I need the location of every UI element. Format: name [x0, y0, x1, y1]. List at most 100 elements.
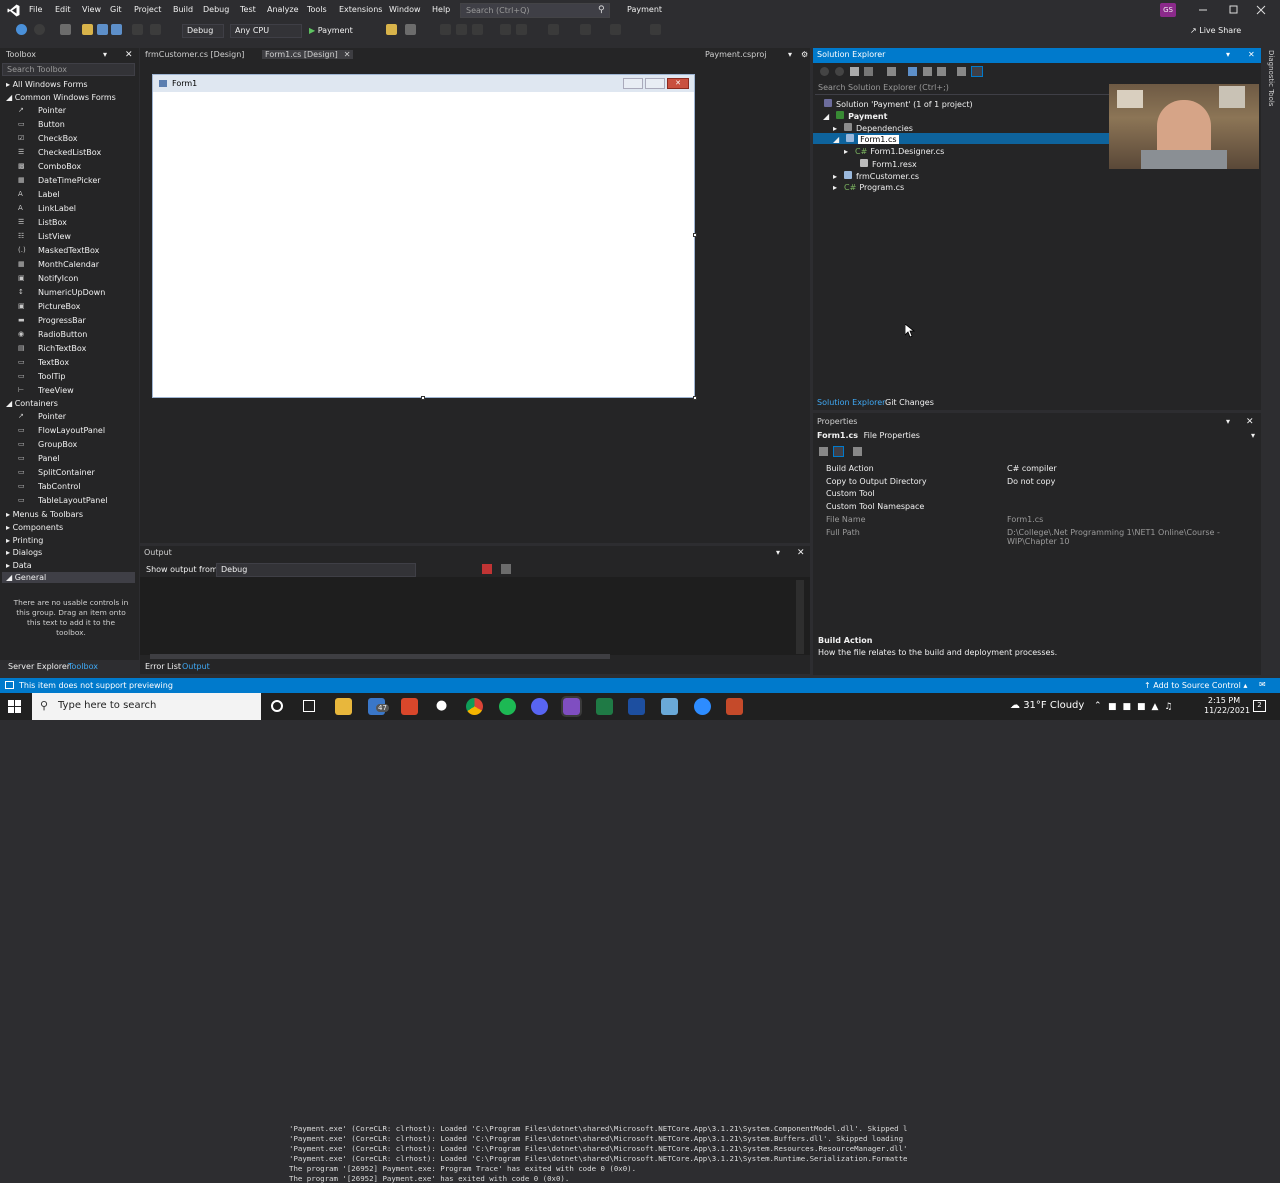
tree-form1-designer[interactable]: ▸ C# Form1.Designer.cs — [844, 147, 944, 156]
toolbox-item[interactable]: ▭ ToolTip — [0, 370, 139, 384]
toolbox-item[interactable]: ↗ Pointer — [0, 104, 139, 118]
tab-dropdown-icon[interactable]: ▾ — [788, 50, 792, 59]
se-properties-icon[interactable] — [957, 67, 966, 76]
tree-form1[interactable]: ◢ Form1.cs — [833, 134, 899, 144]
props-categorized-icon[interactable] — [819, 447, 828, 456]
toolbox-item[interactable]: ☷ ListView — [0, 230, 139, 244]
toolbox-search-input[interactable]: Search Toolbox — [2, 63, 135, 76]
tab-frmcustomer-design[interactable]: frmCustomer.cs [Design] — [145, 50, 244, 59]
resize-handle-corner[interactable] — [693, 396, 697, 400]
se-switch-view-icon[interactable] — [864, 67, 873, 76]
toolbox-item[interactable]: ▤ RichTextBox — [0, 342, 139, 356]
toolbox-pin-icon[interactable]: ▾ — [103, 50, 107, 59]
se-back-icon[interactable] — [820, 67, 829, 76]
output-source-combo[interactable]: Debug — [216, 563, 416, 577]
excel-icon[interactable] — [596, 698, 613, 715]
onenote-icon[interactable] — [726, 698, 743, 715]
toolbox-item[interactable]: ▭ GroupBox — [0, 438, 139, 452]
menu-edit[interactable]: Edit — [55, 5, 71, 14]
tab-payment-csproj[interactable]: Payment.csproj — [705, 50, 766, 59]
props-close-icon[interactable]: ✕ — [1246, 417, 1254, 427]
screenshot-icon[interactable] — [405, 24, 416, 35]
property-row[interactable]: Full Path D:\College\.Net Programming 1\N… — [813, 527, 1261, 546]
form1-designer-surface[interactable]: Form1 ✕ — [152, 74, 697, 400]
toolbox-item[interactable]: ↗ Pointer — [0, 410, 139, 424]
output-text-area[interactable] — [140, 577, 810, 655]
se-close-icon[interactable]: ✕ — [1248, 50, 1255, 59]
toolbox-category[interactable]: ◢ General — [6, 573, 46, 582]
output-vscroll[interactable] — [796, 580, 804, 654]
property-row[interactable]: Build Action C# compiler — [813, 463, 1261, 476]
minimize-button[interactable] — [1196, 4, 1210, 16]
se-preview-icon[interactable] — [971, 66, 983, 77]
menu-project[interactable]: Project — [134, 5, 161, 14]
maps-pin-icon[interactable]: ● — [433, 698, 450, 715]
se-pin-icon[interactable]: ▾ — [1226, 50, 1230, 59]
tree-solution[interactable]: Solution 'Payment' (1 of 1 project) — [824, 99, 973, 109]
toolbox-item[interactable]: ▭ TabControl — [0, 480, 139, 494]
notepad-icon[interactable] — [661, 698, 678, 715]
source-control-button[interactable]: ↑ Add to Source Control ▴ — [1144, 681, 1247, 690]
menu-build[interactable]: Build — [173, 5, 193, 14]
new-project-icon[interactable] — [60, 24, 71, 35]
clear-output-icon[interactable] — [482, 564, 492, 574]
vs-logo-icon[interactable] — [7, 4, 20, 17]
run-button[interactable]: ▶ Payment — [309, 24, 353, 38]
tab-server-explorer[interactable]: Server Explorer — [8, 662, 70, 671]
toolbox-close-icon[interactable]: ✕ — [125, 50, 133, 60]
se-refresh-icon[interactable] — [908, 67, 917, 76]
se-show-all-icon[interactable] — [937, 67, 946, 76]
tree-frmcustomer[interactable]: ▸ frmCustomer.cs — [833, 171, 919, 181]
toolbox-item[interactable]: ☰ ListBox — [0, 216, 139, 230]
align-bottom-icon[interactable] — [548, 24, 559, 35]
tab-toolbox[interactable]: Toolbox — [68, 662, 98, 671]
settings-gear-icon[interactable]: ⚙ — [801, 50, 808, 59]
property-row[interactable]: Custom Tool — [813, 488, 1261, 501]
resize-handle-bottom[interactable] — [421, 396, 425, 400]
se-forward-icon[interactable] — [835, 67, 844, 76]
menu-window[interactable]: Window — [389, 5, 421, 14]
toolbox-item[interactable]: ▭ Button — [0, 118, 139, 132]
redo-icon[interactable] — [150, 24, 161, 35]
align-right-icon[interactable] — [472, 24, 483, 35]
office-icon[interactable] — [401, 698, 418, 715]
tree-project[interactable]: ◢ Payment — [823, 111, 887, 121]
property-row[interactable]: Custom Tool Namespace — [813, 501, 1261, 514]
output-hscroll[interactable] — [150, 654, 610, 659]
output-pin-icon[interactable]: ▾ — [776, 548, 780, 557]
task-view-icon[interactable] — [303, 700, 315, 712]
tab-form1-design[interactable]: Form1.cs [Design] ✕ — [262, 50, 354, 59]
maximize-button[interactable] — [1226, 4, 1240, 16]
close-window-button[interactable] — [1254, 4, 1268, 16]
toolbox-item[interactable]: ◉ RadioButton — [0, 328, 139, 342]
diagnostic-tools-side-tab[interactable]: Diagnostic Tools — [1262, 48, 1280, 138]
undo-icon[interactable] — [132, 24, 143, 35]
clock[interactable]: 2:15 PM 11/22/2021 — [1204, 696, 1250, 716]
menu-analyze[interactable]: Analyze — [267, 5, 299, 14]
menu-git[interactable]: Git — [110, 5, 122, 14]
save-all-icon[interactable] — [111, 24, 122, 35]
props-pages-icon[interactable] — [853, 447, 862, 456]
tree-dependencies[interactable]: ▸ Dependencies — [833, 123, 913, 133]
taskbar-search-input[interactable]: ⚲ Type here to search — [32, 693, 261, 720]
toolbox-item[interactable]: ▣ NotifyIcon — [0, 272, 139, 286]
live-share-button[interactable]: ↗ Live Share — [1190, 26, 1241, 35]
tree-program[interactable]: ▸ C# Program.cs — [833, 183, 904, 192]
se-sync-icon[interactable] — [887, 67, 896, 76]
toolbox-item[interactable]: ⊢ TreeView — [0, 384, 139, 398]
size-icon[interactable] — [580, 24, 591, 35]
file-explorer-icon[interactable] — [335, 698, 352, 715]
toolbox-category[interactable]: ▸ All Windows Forms — [6, 80, 88, 89]
order-icon[interactable] — [650, 24, 661, 35]
toolbox-category[interactable]: ▸ Components — [6, 523, 63, 532]
se-collapse-icon[interactable] — [923, 67, 932, 76]
chrome-icon[interactable] — [466, 698, 483, 715]
property-row[interactable]: File Name Form1.cs — [813, 514, 1261, 527]
spotify-icon[interactable] — [499, 698, 516, 715]
tab-close-icon[interactable]: ✕ — [344, 50, 351, 59]
menu-extensions[interactable]: Extensions — [339, 5, 382, 14]
action-center-icon[interactable]: 2 — [1253, 700, 1266, 712]
toolbox-item[interactable]: ▩ ComboBox — [0, 160, 139, 174]
output-close-icon[interactable]: ✕ — [797, 548, 805, 558]
open-icon[interactable] — [82, 24, 93, 35]
